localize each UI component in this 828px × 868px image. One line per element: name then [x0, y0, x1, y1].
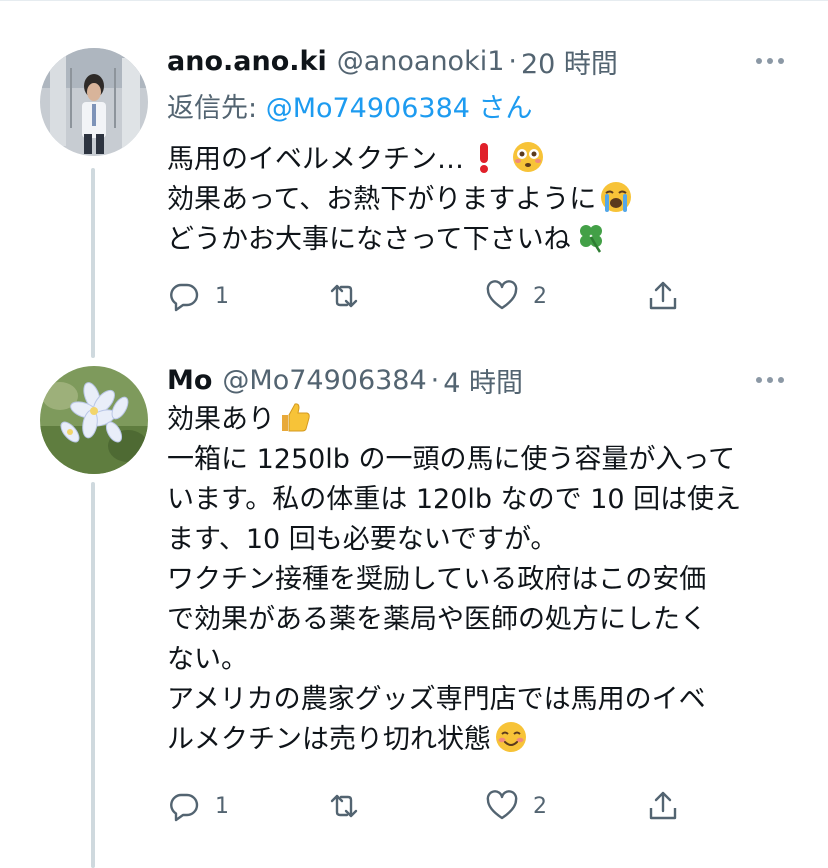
tweet-header: ano.ano.ki @anoanoki1 · 20 時間: [167, 41, 618, 81]
like-icon: [486, 790, 518, 820]
tweet-line: 効果あって、お熱下がりますように: [167, 180, 807, 220]
reply-icon: [170, 793, 199, 822]
more-icon[interactable]: [756, 375, 784, 385]
share-button[interactable]: [646, 788, 680, 824]
like-count: 2: [533, 283, 547, 309]
reply-to: 返信先: @Mo74906384 さん: [167, 86, 533, 125]
tweet-2[interactable]: Mo @Mo74906384 · 4 時間 効果あり 一箱に 1250lb の一…: [0, 340, 828, 868]
smiling-face-emoji: [496, 722, 526, 752]
share-icon: [649, 281, 677, 310]
retweet-button[interactable]: [327, 278, 361, 314]
reply-button[interactable]: 1: [167, 788, 229, 824]
tweet-line: ます、10 回も必要ないですが。: [167, 524, 558, 555]
like-icon: [486, 280, 518, 310]
reply-suffix: さん: [469, 93, 533, 124]
share-button[interactable]: [646, 278, 680, 314]
avatar[interactable]: [40, 366, 148, 474]
reply-icon: [170, 283, 199, 312]
reply-prefix: 返信先:: [167, 93, 266, 124]
tweet-line: 効果あり: [167, 400, 807, 440]
like-button[interactable]: 2: [485, 788, 547, 824]
retweet-button[interactable]: [327, 788, 361, 824]
reply-button[interactable]: 1: [167, 278, 229, 314]
loudly-crying-face-emoji: [601, 182, 632, 212]
user-handle[interactable]: @Mo74906384: [222, 365, 426, 396]
tweet-text: 効果あり 一箱に 1250lb の一頭の馬に使う容量が入って います。私の体重は…: [167, 400, 807, 760]
tweet-actions: 1 2: [167, 278, 687, 314]
share-icon: [649, 791, 677, 820]
like-button[interactable]: 2: [485, 278, 547, 314]
exclamation-emoji: [480, 143, 488, 173]
tweet-header: Mo @Mo74906384 · 4 時間: [167, 360, 523, 400]
like-count: 2: [533, 793, 547, 819]
timestamp[interactable]: 4 時間: [443, 361, 523, 400]
tweet-line: ない。: [167, 644, 248, 675]
four-leaf-clover-emoji: [579, 225, 602, 253]
tweet-line: どうかお大事になさって下さいね: [167, 220, 807, 260]
separator: ·: [430, 364, 440, 396]
tweet-line: ワクチン接種を奨励している政府はこの安価: [167, 564, 707, 595]
user-handle[interactable]: @anoanoki1: [337, 46, 505, 77]
display-name[interactable]: ano.ano.ki: [167, 46, 327, 77]
timestamp[interactable]: 20 時間: [521, 42, 618, 81]
avatar[interactable]: [40, 48, 148, 156]
tweet-line: ルメクチンは売り切れ状態: [167, 720, 807, 760]
separator: ·: [508, 45, 517, 77]
reply-mention-link[interactable]: @Mo74906384: [266, 93, 470, 124]
tweet-line: います。私の体重は 120lb なので 10 回は使え: [167, 484, 742, 515]
tweet-line: で効果がある薬を薬局や医師の処方にしたく: [167, 604, 707, 635]
display-name[interactable]: Mo: [167, 365, 212, 396]
tweet-actions: 1 2: [167, 788, 687, 824]
retweet-icon: [330, 794, 358, 818]
tweet-line: アメリカの農家グッズ専門店では馬用のイベ: [167, 684, 706, 715]
tweet-line: 馬用のイベルメクチン…: [167, 140, 807, 180]
more-icon[interactable]: [756, 56, 784, 66]
tweet-1[interactable]: ano.ano.ki @anoanoki1 · 20 時間 返信先: @Mo74…: [0, 0, 828, 340]
reply-count: 1: [215, 283, 229, 309]
tweet-line: 一箱に 1250lb の一頭の馬に使う容量が入って: [167, 444, 736, 475]
retweet-icon: [330, 284, 358, 308]
thumbs-up-emoji: [282, 403, 310, 432]
reply-count: 1: [215, 793, 229, 819]
flushed-face-emoji: [513, 142, 543, 172]
tweet-text: 馬用のイベルメクチン… 効果あって、お熱下がりますように どうかお大事になさって…: [167, 140, 807, 260]
